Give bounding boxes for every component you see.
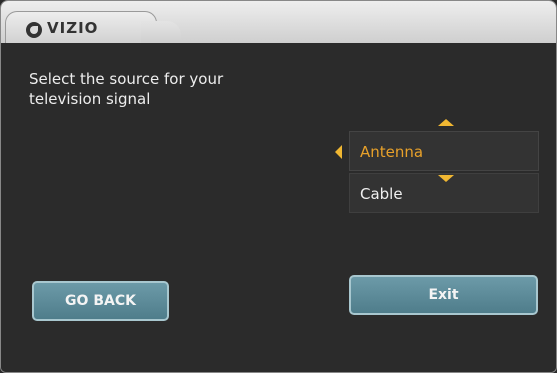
go-back-label: GO BACK: [65, 293, 136, 309]
prompt-line-1: Select the source for your: [29, 70, 224, 88]
vizio-logo-icon: [26, 22, 42, 38]
main-panel: Select the source for your television si…: [1, 43, 556, 372]
title-tab-curve: [141, 21, 181, 43]
scroll-up-arrow-icon[interactable]: [438, 119, 454, 126]
title-bar: VIZIO: [1, 1, 556, 48]
prompt-line-2: television signal: [29, 90, 151, 108]
tv-setup-window: VIZIO Select the source for your televis…: [0, 0, 557, 373]
prompt-text: Select the source for your television si…: [29, 69, 289, 109]
brand-name: VIZIO: [47, 19, 99, 37]
go-back-button[interactable]: GO BACK: [32, 281, 169, 321]
exit-button[interactable]: Exit: [349, 275, 538, 315]
exit-label: Exit: [428, 287, 459, 303]
source-option-label: Cable: [360, 185, 403, 203]
source-option-antenna[interactable]: Antenna: [349, 131, 539, 171]
selection-left-arrow-icon: [335, 145, 342, 159]
source-option-label: Antenna: [360, 143, 424, 161]
scroll-down-arrow-icon[interactable]: [438, 175, 454, 182]
